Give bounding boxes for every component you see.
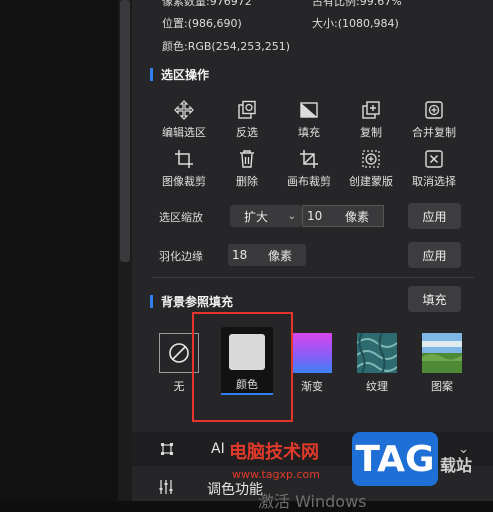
image-crop-tool[interactable]: 图像裁剪 xyxy=(152,149,216,189)
canvas-crop-icon xyxy=(300,150,318,168)
scale-mode-select[interactable]: 扩大 ⌄ xyxy=(230,205,302,227)
scale-value: 10 xyxy=(307,209,323,223)
cancel-selection-icon xyxy=(425,150,443,168)
tool-label: 创建蒙版 xyxy=(349,175,393,188)
tool-label: 图像裁剪 xyxy=(162,175,206,188)
delete-tool[interactable]: 删除 xyxy=(215,149,279,189)
texture-swatch-icon xyxy=(357,333,397,373)
color-text: 颜色:RGB(254,253,251) xyxy=(162,40,290,53)
fill-option-gradient[interactable]: 渐变 xyxy=(292,333,332,394)
trash-icon xyxy=(240,150,254,168)
annotation-highlight-box xyxy=(192,312,293,422)
sliders-icon xyxy=(158,479,174,499)
ratio-text: 占有比例:99.67% xyxy=(312,0,402,8)
pixel-count-text: 像素数量:976972 xyxy=(162,0,252,8)
section-accent-bar xyxy=(150,295,153,308)
tool-label: 合并复制 xyxy=(412,126,456,139)
fill-option-texture[interactable]: 纹理 xyxy=(357,333,397,394)
selection-ops-header: 选区操作 xyxy=(150,66,209,83)
ai-label: AI xyxy=(211,441,225,457)
section-divider xyxy=(152,277,474,278)
merge-copy-icon xyxy=(425,101,443,119)
fill-option-pattern[interactable]: 图案 xyxy=(422,333,462,394)
tool-label: 取消选择 xyxy=(412,175,456,188)
tool-label: 反选 xyxy=(236,126,258,139)
create-mask-icon xyxy=(362,150,380,168)
canvas-area xyxy=(0,0,118,501)
edit-selection-tool[interactable]: 编辑选区 xyxy=(152,100,216,140)
scale-value-input[interactable]: 10 像素 xyxy=(302,205,384,227)
scale-label: 选区缩放 xyxy=(159,211,203,224)
watermark-side-text: 载站 xyxy=(440,456,473,475)
bg-fill-title: 背景参照填充 xyxy=(161,295,234,309)
fill-option-label: 图案 xyxy=(431,380,453,393)
selection-ops-title: 选区操作 xyxy=(161,68,210,82)
windows-activation-ghost-text: 激活 Windows xyxy=(258,492,367,511)
feather-value: 18 xyxy=(232,248,248,262)
invert-selection-tool[interactable]: 反选 xyxy=(215,100,279,140)
scrollbar-thumb[interactable] xyxy=(120,0,130,262)
section-accent-bar xyxy=(150,68,153,81)
move-arrows-icon xyxy=(174,100,194,120)
fill-option-label: 渐变 xyxy=(301,380,323,393)
copy-icon xyxy=(362,101,380,119)
watermark-text: 电脑技术网 xyxy=(229,442,319,463)
merge-copy-tool[interactable]: 合并复制 xyxy=(402,100,466,140)
size-text: 大小:(1080,984) xyxy=(312,17,399,30)
tool-label: 复制 xyxy=(360,126,382,139)
right-panel: 像素数量:976972 占有比例:99.67% 位置:(986,690) 大小:… xyxy=(132,0,493,501)
cancel-selection-tool[interactable]: 取消选择 xyxy=(402,149,466,189)
create-mask-tool[interactable]: 创建蒙版 xyxy=(339,149,403,189)
feather-label: 羽化边缘 xyxy=(159,250,203,263)
feather-apply-button[interactable]: 应用 xyxy=(408,242,461,268)
bg-fill-header: 背景参照填充 xyxy=(150,293,233,310)
watermark-tag-logo: TAG xyxy=(352,432,438,486)
tool-label: 画布裁剪 xyxy=(287,175,331,188)
gradient-swatch-icon xyxy=(292,333,332,373)
fill-tool[interactable]: 填充 xyxy=(277,100,341,140)
adjust-color-label: 调色功能 xyxy=(207,482,263,498)
fill-option-label: 纹理 xyxy=(366,380,388,393)
invert-selection-icon xyxy=(238,100,256,119)
fill-icon xyxy=(300,102,318,118)
position-text: 位置:(986,690) xyxy=(162,17,242,30)
bg-fill-button[interactable]: 填充 xyxy=(408,286,461,312)
scale-unit: 像素 xyxy=(345,209,370,224)
copy-tool[interactable]: 复制 xyxy=(339,100,403,140)
tool-label: 删除 xyxy=(236,175,258,188)
scale-apply-button[interactable]: 应用 xyxy=(408,203,461,229)
chevron-down-icon: ⌄ xyxy=(287,210,296,222)
tool-label: 编辑选区 xyxy=(162,126,206,139)
ai-icon xyxy=(160,441,176,457)
image-crop-icon xyxy=(175,150,193,168)
watermark-url: www.tagxp.com xyxy=(232,468,320,481)
feather-unit: 像素 xyxy=(268,248,293,263)
tool-label: 填充 xyxy=(298,126,320,139)
canvas-crop-tool[interactable]: 画布裁剪 xyxy=(277,149,341,189)
pattern-swatch-icon xyxy=(422,333,462,373)
feather-value-input[interactable]: 18 像素 xyxy=(228,244,306,266)
scale-mode-value: 扩大 xyxy=(244,209,269,224)
